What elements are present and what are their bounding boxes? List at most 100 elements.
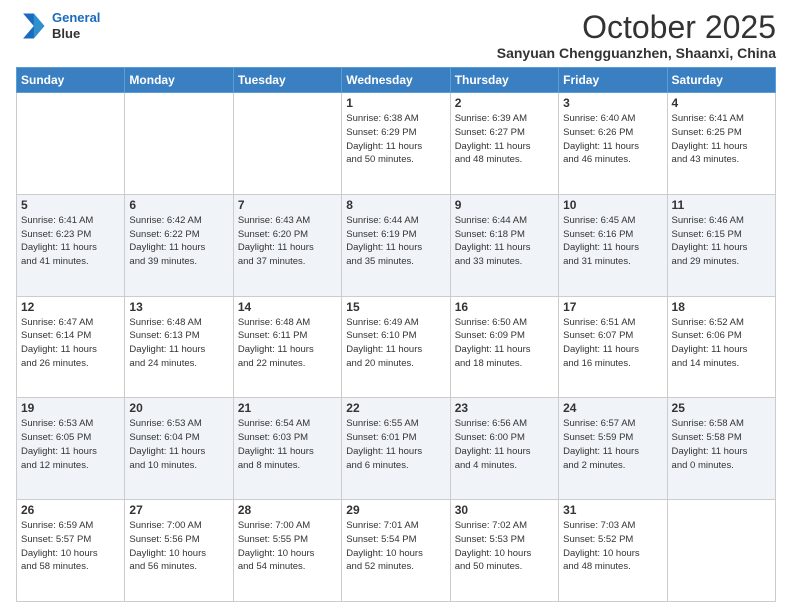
calendar-cell — [233, 93, 341, 195]
calendar-cell: 20Sunrise: 6:53 AMSunset: 6:04 PMDayligh… — [125, 398, 233, 500]
day-info: Sunrise: 6:45 AMSunset: 6:16 PMDaylight:… — [563, 214, 662, 269]
logo-text: General Blue — [52, 10, 100, 41]
calendar-cell: 3 Sunrise: 6:40 AMSunset: 6:26 PMDaylight… — [559, 93, 667, 195]
day-number: 2 — [455, 96, 554, 110]
day-info: Sunrise: 6:53 AMSunset: 6:05 PMDaylight:… — [21, 417, 120, 472]
calendar-cell: 13 Sunrise: 6:48 AMSunset: 6:13 PMDayligh… — [125, 296, 233, 398]
calendar-cell — [17, 93, 125, 195]
day-number: 11 — [672, 198, 771, 212]
calendar-cell: 6 Sunrise: 6:42 AMSunset: 6:22 PMDaylight… — [125, 194, 233, 296]
day-number: 19 — [21, 401, 120, 415]
week-row-4: 26Sunrise: 6:59 AMSunset: 5:57 PMDayligh… — [17, 500, 776, 602]
day-number: 9 — [455, 198, 554, 212]
day-info: Sunrise: 6:39 AMSunset: 6:27 PMDaylight:… — [455, 112, 554, 167]
day-info: Sunrise: 7:00 AMSunset: 5:56 PMDaylight:… — [129, 519, 228, 574]
day-number: 13 — [129, 300, 228, 314]
calendar-cell: 22Sunrise: 6:55 AMSunset: 6:01 PMDayligh… — [342, 398, 450, 500]
day-info: Sunrise: 6:41 AMSunset: 6:23 PMDaylight:… — [21, 214, 120, 269]
calendar-cell: 17 Sunrise: 6:51 AMSunset: 6:07 PMDayligh… — [559, 296, 667, 398]
calendar-cell: 16 Sunrise: 6:50 AMSunset: 6:09 PMDayligh… — [450, 296, 558, 398]
days-header-row: SundayMondayTuesdayWednesdayThursdayFrid… — [17, 68, 776, 93]
calendar-cell: 19 Sunrise: 6:53 AMSunset: 6:05 PMDayligh… — [17, 398, 125, 500]
logo-line2: Blue — [52, 26, 100, 42]
calendar-cell — [667, 500, 775, 602]
calendar-cell: 18Sunrise: 6:52 AMSunset: 6:06 PMDayligh… — [667, 296, 775, 398]
page: General Blue October 2025 Sanyuan Chengg… — [0, 0, 792, 612]
day-info: Sunrise: 7:00 AMSunset: 5:55 PMDaylight:… — [238, 519, 337, 574]
day-info: Sunrise: 6:58 AMSunset: 5:58 PMDaylight:… — [672, 417, 771, 472]
week-row-1: 5 Sunrise: 6:41 AMSunset: 6:23 PMDaylight… — [17, 194, 776, 296]
calendar-cell: 24 Sunrise: 6:57 AMSunset: 5:59 PMDayligh… — [559, 398, 667, 500]
day-number: 7 — [238, 198, 337, 212]
calendar-cell: 5 Sunrise: 6:41 AMSunset: 6:23 PMDaylight… — [17, 194, 125, 296]
day-info: Sunrise: 7:03 AMSunset: 5:52 PMDaylight:… — [563, 519, 662, 574]
day-info: Sunrise: 6:44 AMSunset: 6:18 PMDaylight:… — [455, 214, 554, 269]
header-day-tuesday: Tuesday — [233, 68, 341, 93]
day-number: 16 — [455, 300, 554, 314]
calendar-cell: 23 Sunrise: 6:56 AMSunset: 6:00 PMDayligh… — [450, 398, 558, 500]
day-info: Sunrise: 7:01 AMSunset: 5:54 PMDaylight:… — [346, 519, 445, 574]
calendar-cell — [125, 93, 233, 195]
header-day-monday: Monday — [125, 68, 233, 93]
day-number: 30 — [455, 503, 554, 517]
day-info: Sunrise: 6:51 AMSunset: 6:07 PMDaylight:… — [563, 316, 662, 371]
calendar-table: SundayMondayTuesdayWednesdayThursdayFrid… — [16, 67, 776, 602]
calendar-cell: 30 Sunrise: 7:02 AMSunset: 5:53 PMDayligh… — [450, 500, 558, 602]
day-info: Sunrise: 6:54 AMSunset: 6:03 PMDaylight:… — [238, 417, 337, 472]
calendar-cell: 11Sunrise: 6:46 AMSunset: 6:15 PMDayligh… — [667, 194, 775, 296]
day-number: 26 — [21, 503, 120, 517]
day-info: Sunrise: 6:43 AMSunset: 6:20 PMDaylight:… — [238, 214, 337, 269]
calendar-cell: 31 Sunrise: 7:03 AMSunset: 5:52 PMDayligh… — [559, 500, 667, 602]
calendar-cell: 8Sunrise: 6:44 AMSunset: 6:19 PMDaylight… — [342, 194, 450, 296]
day-info: Sunrise: 6:38 AMSunset: 6:29 PMDaylight:… — [346, 112, 445, 167]
day-number: 24 — [563, 401, 662, 415]
day-info: Sunrise: 6:53 AMSunset: 6:04 PMDaylight:… — [129, 417, 228, 472]
day-info: Sunrise: 6:56 AMSunset: 6:00 PMDaylight:… — [455, 417, 554, 472]
day-number: 3 — [563, 96, 662, 110]
header-day-friday: Friday — [559, 68, 667, 93]
calendar-cell: 7 Sunrise: 6:43 AMSunset: 6:20 PMDaylight… — [233, 194, 341, 296]
day-info: Sunrise: 6:40 AMSunset: 6:26 PMDaylight:… — [563, 112, 662, 167]
day-info: Sunrise: 6:48 AMSunset: 6:11 PMDaylight:… — [238, 316, 337, 371]
day-number: 17 — [563, 300, 662, 314]
day-info: Sunrise: 6:48 AMSunset: 6:13 PMDaylight:… — [129, 316, 228, 371]
calendar-cell: 21 Sunrise: 6:54 AMSunset: 6:03 PMDayligh… — [233, 398, 341, 500]
logo-icon — [16, 10, 48, 42]
day-number: 27 — [129, 503, 228, 517]
day-info: Sunrise: 6:42 AMSunset: 6:22 PMDaylight:… — [129, 214, 228, 269]
day-info: Sunrise: 6:49 AMSunset: 6:10 PMDaylight:… — [346, 316, 445, 371]
calendar-cell: 1 Sunrise: 6:38 AMSunset: 6:29 PMDaylight… — [342, 93, 450, 195]
day-number: 12 — [21, 300, 120, 314]
header-day-saturday: Saturday — [667, 68, 775, 93]
day-number: 14 — [238, 300, 337, 314]
week-row-2: 12 Sunrise: 6:47 AMSunset: 6:14 PMDayligh… — [17, 296, 776, 398]
day-number: 21 — [238, 401, 337, 415]
day-number: 28 — [238, 503, 337, 517]
calendar-cell: 26Sunrise: 6:59 AMSunset: 5:57 PMDayligh… — [17, 500, 125, 602]
day-number: 5 — [21, 198, 120, 212]
week-row-3: 19 Sunrise: 6:53 AMSunset: 6:05 PMDayligh… — [17, 398, 776, 500]
logo: General Blue — [16, 10, 100, 42]
day-info: Sunrise: 6:41 AMSunset: 6:25 PMDaylight:… — [672, 112, 771, 167]
day-info: Sunrise: 6:50 AMSunset: 6:09 PMDaylight:… — [455, 316, 554, 371]
calendar-cell: 4Sunrise: 6:41 AMSunset: 6:25 PMDaylight… — [667, 93, 775, 195]
day-number: 31 — [563, 503, 662, 517]
day-info: Sunrise: 6:57 AMSunset: 5:59 PMDaylight:… — [563, 417, 662, 472]
day-number: 15 — [346, 300, 445, 314]
day-info: Sunrise: 6:52 AMSunset: 6:06 PMDaylight:… — [672, 316, 771, 371]
day-info: Sunrise: 6:47 AMSunset: 6:14 PMDaylight:… — [21, 316, 120, 371]
header: General Blue October 2025 Sanyuan Chengg… — [16, 10, 776, 61]
day-number: 29 — [346, 503, 445, 517]
day-number: 22 — [346, 401, 445, 415]
day-info: Sunrise: 7:02 AMSunset: 5:53 PMDaylight:… — [455, 519, 554, 574]
header-day-sunday: Sunday — [17, 68, 125, 93]
calendar-cell: 25 Sunrise: 6:58 AMSunset: 5:58 PMDayligh… — [667, 398, 775, 500]
day-number: 1 — [346, 96, 445, 110]
header-day-thursday: Thursday — [450, 68, 558, 93]
day-number: 8 — [346, 198, 445, 212]
day-number: 23 — [455, 401, 554, 415]
day-number: 6 — [129, 198, 228, 212]
day-number: 25 — [672, 401, 771, 415]
day-number: 10 — [563, 198, 662, 212]
header-day-wednesday: Wednesday — [342, 68, 450, 93]
